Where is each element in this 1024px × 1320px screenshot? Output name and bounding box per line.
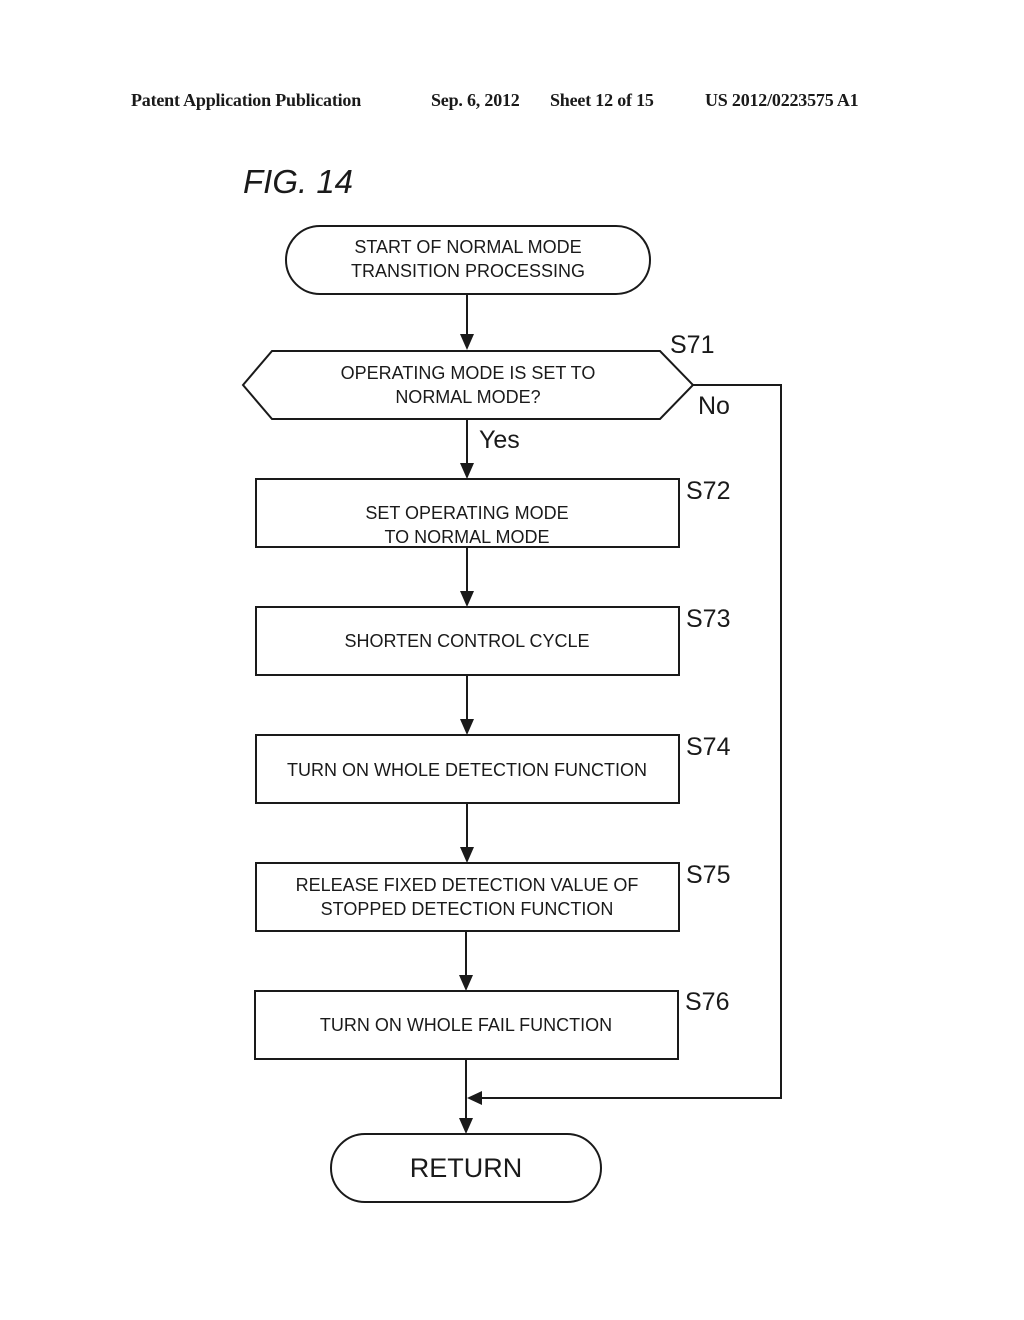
- return-terminal: RETURN: [330, 1133, 602, 1203]
- step-label-s72: S72: [686, 477, 730, 505]
- process-s73: SHORTEN CONTROL CYCLE S73: [255, 605, 730, 676]
- arrow-head-icon: [460, 719, 474, 735]
- arrow-head-icon: [460, 334, 474, 350]
- process-s74: TURN ON WHOLE DETECTION FUNCTION S74: [255, 733, 731, 804]
- process-text-line-1: TURN ON WHOLE FAIL FUNCTION: [320, 1015, 612, 1035]
- process-box: [255, 862, 680, 932]
- start-text-line-1: START OF NORMAL MODE: [354, 237, 581, 257]
- process-text-line-1: SET OPERATING MODE: [365, 503, 568, 523]
- process-text-line-1: TURN ON WHOLE DETECTION FUNCTION: [287, 760, 647, 780]
- decision-text-line-1: OPERATING MODE IS SET TO: [341, 363, 596, 383]
- process-s75: RELEASE FIXED DETECTION VALUE OF STOPPED…: [255, 861, 730, 932]
- start-terminal: START OF NORMAL MODE TRANSITION PROCESSI…: [285, 225, 651, 295]
- arrow-head-icon: [460, 463, 474, 479]
- process-text-line-2: STOPPED DETECTION FUNCTION: [321, 899, 614, 919]
- arrow-head-icon: [460, 847, 474, 863]
- step-label-s71: S71: [670, 331, 714, 359]
- process-text-line-2: TO NORMAL MODE: [384, 527, 549, 547]
- arrow-head-icon: [460, 591, 474, 607]
- arrow-head-icon: [459, 1118, 473, 1134]
- decision-shape: [241, 350, 695, 420]
- branch-label-no: No: [698, 392, 730, 420]
- decision-text-line-2: NORMAL MODE?: [395, 387, 540, 407]
- process-text-line-1: SHORTEN CONTROL CYCLE: [344, 631, 589, 651]
- return-text: RETURN: [410, 1153, 523, 1183]
- decision-s71: OPERATING MODE IS SET TO NORMAL MODE? S7…: [241, 331, 730, 454]
- branch-label-yes: Yes: [479, 426, 520, 454]
- process-s76: TURN ON WHOLE FAIL FUNCTION S76: [254, 988, 729, 1060]
- step-label-s76: S76: [685, 988, 729, 1016]
- flowchart: START OF NORMAL MODE TRANSITION PROCESSI…: [241, 225, 782, 1203]
- start-text-line-2: TRANSITION PROCESSING: [351, 261, 585, 281]
- process-text-line-1: RELEASE FIXED DETECTION VALUE OF: [296, 875, 639, 895]
- process-s72: SET OPERATING MODE TO NORMAL MODE S72: [255, 477, 730, 548]
- step-label-s74: S74: [686, 733, 731, 761]
- step-label-s73: S73: [686, 605, 730, 633]
- arrow-head-icon: [467, 1091, 482, 1105]
- step-label-s75: S75: [686, 861, 730, 889]
- arrow-head-icon: [459, 975, 473, 991]
